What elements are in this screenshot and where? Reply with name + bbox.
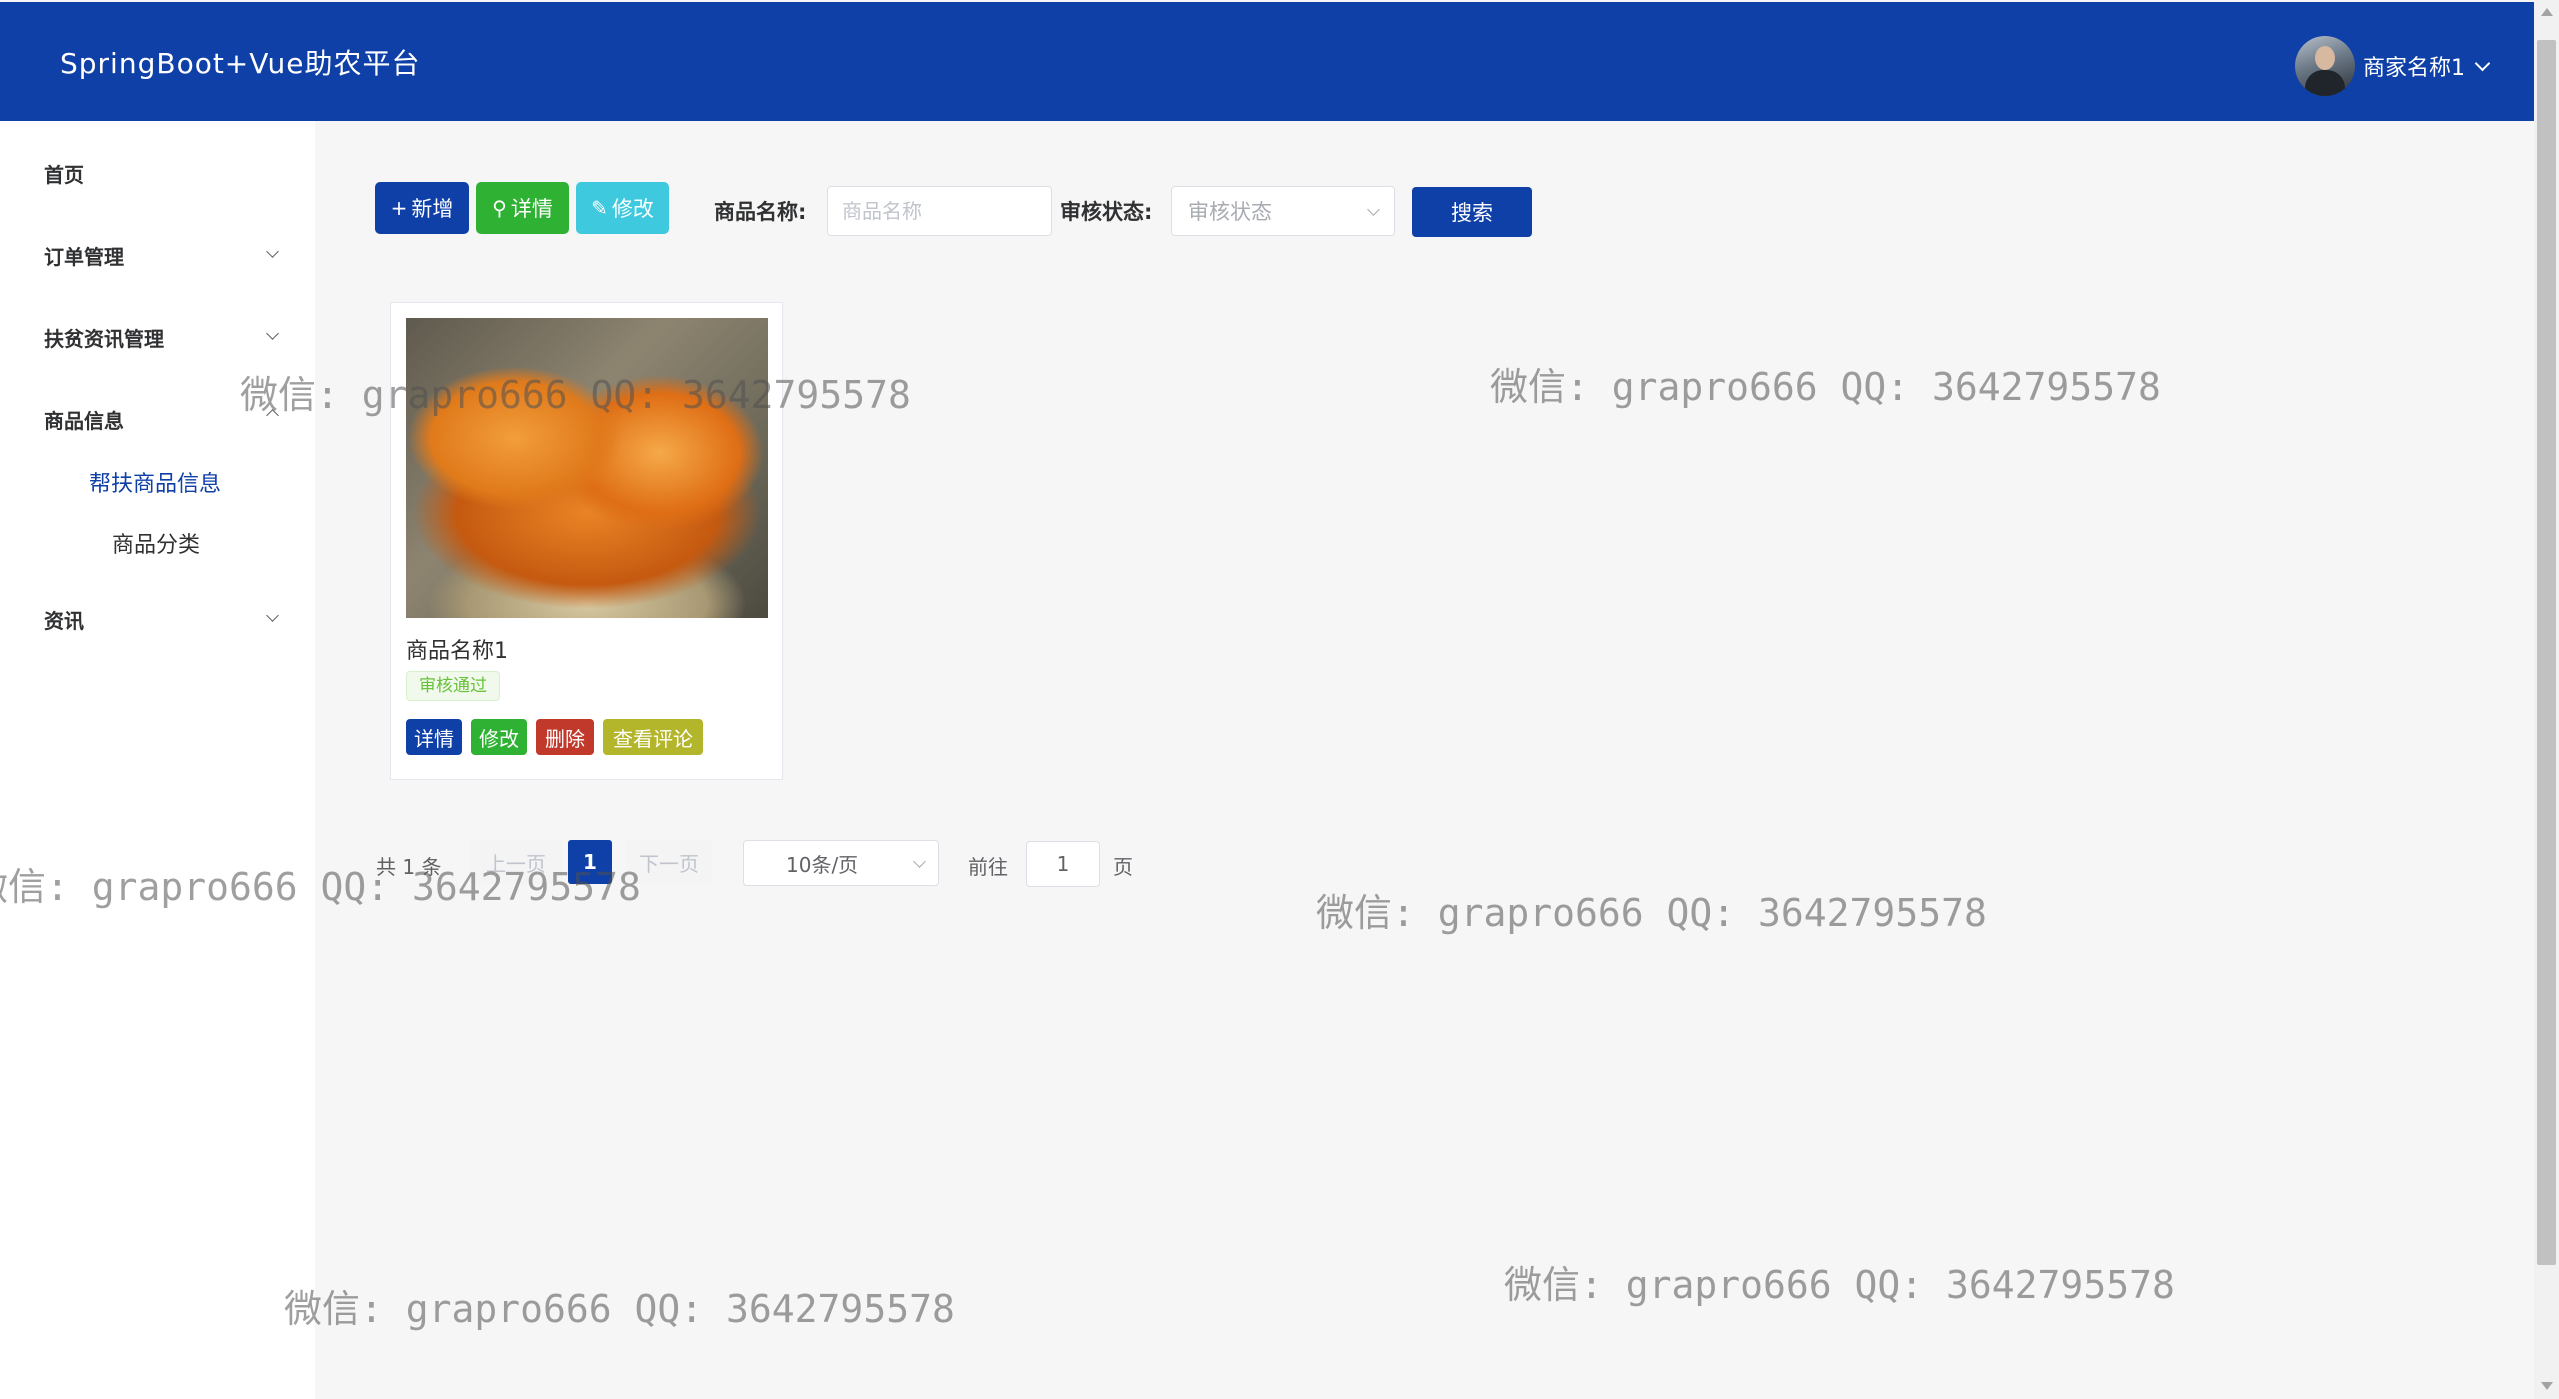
audit-status-label: 审核状态: <box>1060 200 1153 224</box>
sidebar-item-home[interactable]: 首页 <box>44 159 84 188</box>
sidebar-item-product-category[interactable]: 商品分类 <box>112 527 200 559</box>
product-name-label: 商品名称: <box>714 200 807 224</box>
product-name: 商品名称1 <box>406 639 508 664</box>
card-comments-button[interactable]: 查看评论 <box>603 719 703 755</box>
audit-status-select[interactable]: 审核状态 <box>1171 186 1395 236</box>
watermark: 微信: grapro666 QQ: 3642795578 <box>284 1287 955 1331</box>
search-button[interactable]: 搜索 <box>1412 187 1532 237</box>
goto-label: 前往 <box>968 855 1008 879</box>
prev-page-button[interactable]: 上一页 <box>470 840 562 884</box>
watermark: 微信: grapro666 QQ: 3642795578 <box>1316 891 1987 935</box>
app-title: SpringBoot+Vue助农平台 <box>60 47 421 80</box>
scrollbar[interactable] <box>2534 0 2559 1399</box>
sidebar-item-news[interactable]: 资讯 <box>44 605 84 634</box>
chevron-down-icon[interactable] <box>266 605 279 624</box>
detail-button[interactable]: ⚲ 详情 <box>476 182 569 234</box>
search-icon: ⚲ <box>492 196 507 220</box>
sidebar: 首页 订单管理 扶贫资讯管理 商品信息 帮扶商品信息 商品分类 资讯 <box>0 121 315 1399</box>
chevron-down-icon <box>913 854 926 868</box>
page-suffix: 页 <box>1113 855 1133 879</box>
chevron-up-icon[interactable] <box>266 405 279 424</box>
top-header: SpringBoot+Vue助农平台 商家名称1 <box>0 2 2534 121</box>
card-edit-button[interactable]: 修改 <box>471 719 527 755</box>
sidebar-item-products[interactable]: 商品信息 <box>44 405 124 434</box>
page-size-select[interactable]: 10条/页 <box>743 840 939 886</box>
scroll-down-arrow-icon[interactable] <box>2541 1382 2553 1390</box>
next-page-button[interactable]: 下一页 <box>626 840 712 884</box>
add-button[interactable]: + 新增 <box>375 182 469 234</box>
user-name[interactable]: 商家名称1 <box>2363 50 2465 82</box>
product-image[interactable] <box>406 318 768 618</box>
product-card: 商品名称1 审核通过 详情 修改 删除 查看评论 <box>390 302 783 780</box>
goto-page-input[interactable] <box>1026 841 1100 887</box>
card-delete-button[interactable]: 删除 <box>536 719 594 755</box>
chevron-down-icon[interactable] <box>266 323 279 342</box>
scroll-thumb[interactable] <box>2537 40 2556 1265</box>
status-badge: 审核通过 <box>406 671 500 701</box>
edit-button[interactable]: ✎ 修改 <box>576 182 669 234</box>
card-detail-button[interactable]: 详情 <box>406 719 462 755</box>
plus-icon: + <box>390 196 408 220</box>
edit-icon: ✎ <box>591 196 608 220</box>
user-menu[interactable]: 商家名称1 <box>2295 36 2491 96</box>
product-name-input[interactable] <box>827 186 1052 236</box>
avatar[interactable] <box>2295 36 2355 96</box>
chevron-down-icon[interactable] <box>266 241 279 260</box>
scroll-up-arrow-icon[interactable] <box>2541 8 2553 16</box>
chevron-down-icon <box>1367 202 1380 216</box>
watermark: 微信: grapro666 QQ: 3642795578 <box>1490 365 2161 409</box>
sidebar-item-aid-products[interactable]: 帮扶商品信息 <box>89 466 221 498</box>
sidebar-item-orders[interactable]: 订单管理 <box>44 241 124 270</box>
page-1-button[interactable]: 1 <box>568 840 612 884</box>
sidebar-item-poverty-news[interactable]: 扶贫资讯管理 <box>44 323 164 352</box>
chevron-down-icon[interactable] <box>2474 55 2491 71</box>
watermark: 微信: grapro666 QQ: 3642795578 <box>1504 1263 2175 1307</box>
pagination-total: 共 1 条 <box>376 855 442 879</box>
